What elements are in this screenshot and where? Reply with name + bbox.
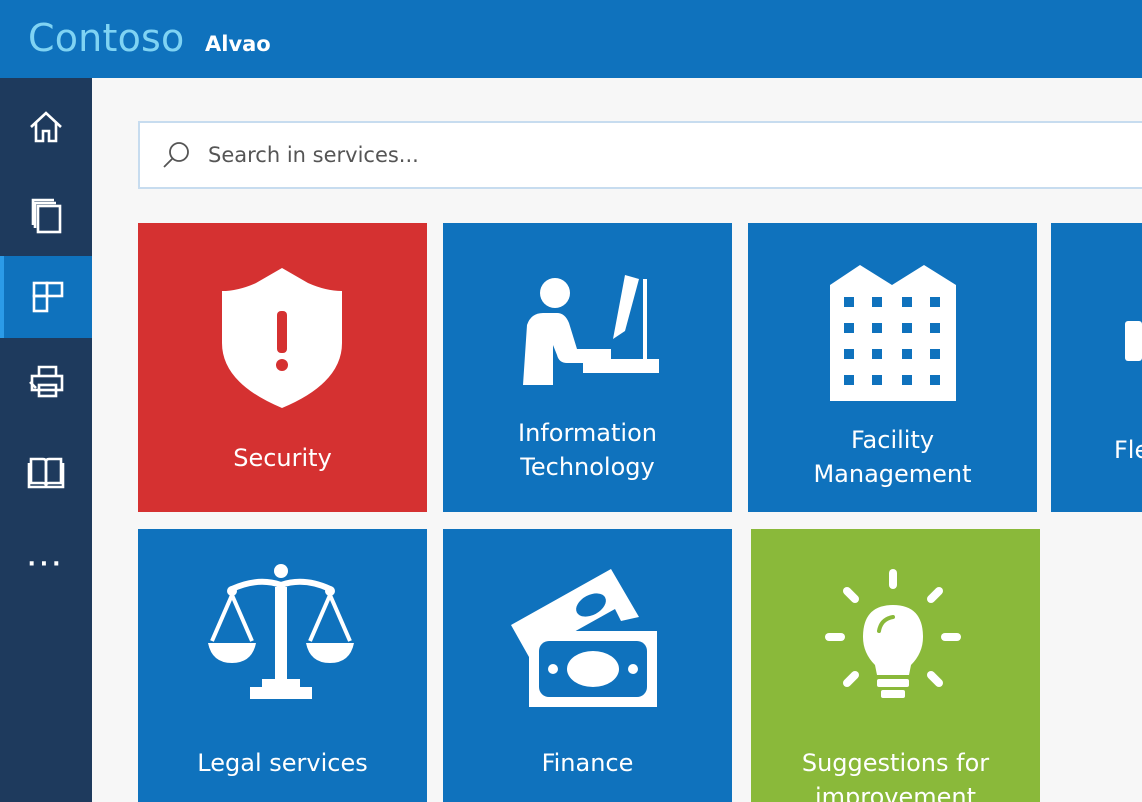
tile-partial[interactable]: Fle [1051, 223, 1142, 512]
book-icon [27, 457, 65, 489]
lightbulb-icon [825, 569, 961, 698]
tile-label-line: Suggestions for [801, 749, 990, 777]
main-content: Security Information Technology Faci [92, 78, 1142, 802]
tile-label-line: Technology [520, 453, 655, 481]
brand-logo[interactable]: Contoso [28, 16, 184, 60]
tile-information-technology[interactable]: Information Technology [443, 223, 732, 512]
tile-label-line: improvement [814, 783, 977, 802]
scales-icon [208, 564, 354, 699]
app-name: Alvao [205, 32, 271, 56]
home-icon [30, 111, 62, 143]
tiles-icon [32, 281, 64, 313]
partial-icon [1125, 321, 1142, 361]
shield-alert-icon [222, 268, 342, 408]
money-icon [511, 569, 657, 707]
person-computer-icon [523, 275, 659, 385]
sidebar-item-home[interactable] [0, 86, 92, 168]
tile-suggestions[interactable]: Suggestions for improvement [751, 529, 1040, 802]
tile-legal-services[interactable]: Legal services [138, 529, 427, 802]
sidebar-item-knowledge-base[interactable] [0, 430, 92, 512]
top-bar: Contoso Alvao [0, 0, 1142, 78]
sidebar-item-services[interactable] [0, 256, 92, 338]
tile-label: Security [233, 444, 332, 472]
sidebar: ··· [0, 78, 92, 802]
copy-pages-icon [31, 198, 62, 234]
search-input[interactable] [208, 143, 1108, 167]
building-icon [830, 265, 956, 401]
more-menu-button[interactable]: ··· [0, 544, 92, 584]
tile-label: Finance [541, 749, 634, 777]
tile-security[interactable]: Security [138, 223, 427, 512]
tile-finance[interactable]: Finance [443, 529, 732, 802]
search-bar[interactable] [138, 121, 1142, 189]
tile-label-line: Information [518, 419, 657, 447]
tile-label-line: Management [813, 460, 972, 488]
search-icon [163, 142, 189, 168]
tile-facility-management[interactable]: Facility Management [748, 223, 1037, 512]
printer-icon [29, 365, 64, 398]
tile-label: Legal services [197, 749, 368, 777]
tile-label: Fle [1114, 436, 1142, 464]
sidebar-item-requests[interactable] [0, 174, 92, 256]
sidebar-item-printer[interactable] [0, 340, 92, 422]
tile-label-line: Facility [850, 426, 935, 454]
